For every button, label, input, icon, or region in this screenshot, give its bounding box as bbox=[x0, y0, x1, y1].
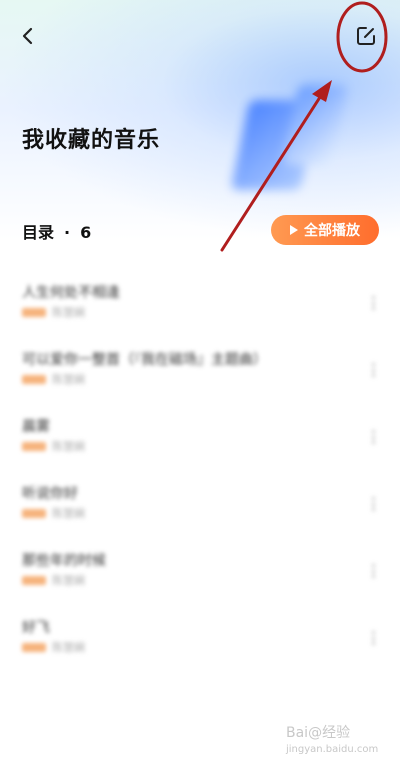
watermark-sub: jingyan.baidu.com bbox=[286, 744, 379, 755]
more-icon[interactable] bbox=[372, 631, 376, 645]
catalog-number: 6 bbox=[80, 223, 92, 242]
catalog-count: 目录 · 6 bbox=[22, 219, 91, 243]
list-item[interactable]: 听说你好 陈慧娴 bbox=[0, 469, 400, 536]
song-title: 可以爱你一整首（『我在磁场』主题曲） bbox=[22, 352, 267, 368]
quality-badge bbox=[22, 442, 46, 451]
song-artist: 陈慧娴 bbox=[52, 440, 85, 453]
edit-square-icon bbox=[357, 27, 375, 45]
play-all-button[interactable]: 全部播放 bbox=[271, 215, 379, 245]
list-item[interactable]: 可以爱你一整首（『我在磁场』主题曲） 陈慧娴 bbox=[0, 335, 400, 402]
quality-badge bbox=[22, 375, 46, 384]
quality-badge bbox=[22, 308, 46, 317]
song-title: 晨雾 bbox=[22, 419, 50, 435]
catalog-label: 目录 bbox=[22, 223, 55, 242]
play-all-label: 全部播放 bbox=[304, 222, 360, 238]
watermark-text: Bai@经验 bbox=[286, 725, 351, 741]
back-button[interactable] bbox=[12, 20, 44, 52]
song-artist: 陈慧娴 bbox=[52, 306, 85, 319]
page-title: 我收藏的音乐 bbox=[22, 128, 161, 153]
list-item[interactable]: 人生何处不相逢 陈慧娴 bbox=[0, 268, 400, 335]
more-icon[interactable] bbox=[372, 296, 376, 310]
play-icon bbox=[290, 225, 298, 235]
song-artist: 陈慧娴 bbox=[52, 574, 85, 587]
watermark: Bai@经验 jingyan.baidu.com bbox=[286, 722, 378, 755]
song-artist: 陈慧娴 bbox=[52, 507, 85, 520]
quality-badge bbox=[22, 576, 46, 585]
more-icon[interactable] bbox=[372, 430, 376, 444]
quality-badge bbox=[22, 643, 46, 652]
list-item[interactable]: 好飞 陈慧娴 bbox=[0, 603, 400, 670]
album-cover-art bbox=[230, 80, 360, 200]
more-icon[interactable] bbox=[372, 363, 376, 377]
chevron-left-icon bbox=[22, 27, 33, 45]
more-icon[interactable] bbox=[372, 497, 376, 511]
quality-badge bbox=[22, 509, 46, 518]
song-title: 好飞 bbox=[22, 620, 50, 636]
more-icon[interactable] bbox=[372, 564, 376, 578]
list-item[interactable]: 晨雾 陈慧娴 bbox=[0, 402, 400, 469]
edit-button[interactable] bbox=[350, 20, 382, 52]
catalog-separator: · bbox=[64, 223, 71, 242]
song-title: 人生何处不相逢 bbox=[22, 285, 120, 301]
list-item[interactable]: 那些年的时候 陈慧娴 bbox=[0, 536, 400, 603]
song-title: 听说你好 bbox=[22, 486, 78, 502]
song-artist: 陈慧娴 bbox=[52, 641, 85, 654]
song-list: 人生何处不相逢 陈慧娴 可以爱你一整首（『我在磁场』主题曲） 陈慧娴 晨雾 陈慧… bbox=[0, 268, 400, 670]
song-artist: 陈慧娴 bbox=[52, 373, 85, 386]
song-title: 那些年的时候 bbox=[22, 553, 106, 569]
